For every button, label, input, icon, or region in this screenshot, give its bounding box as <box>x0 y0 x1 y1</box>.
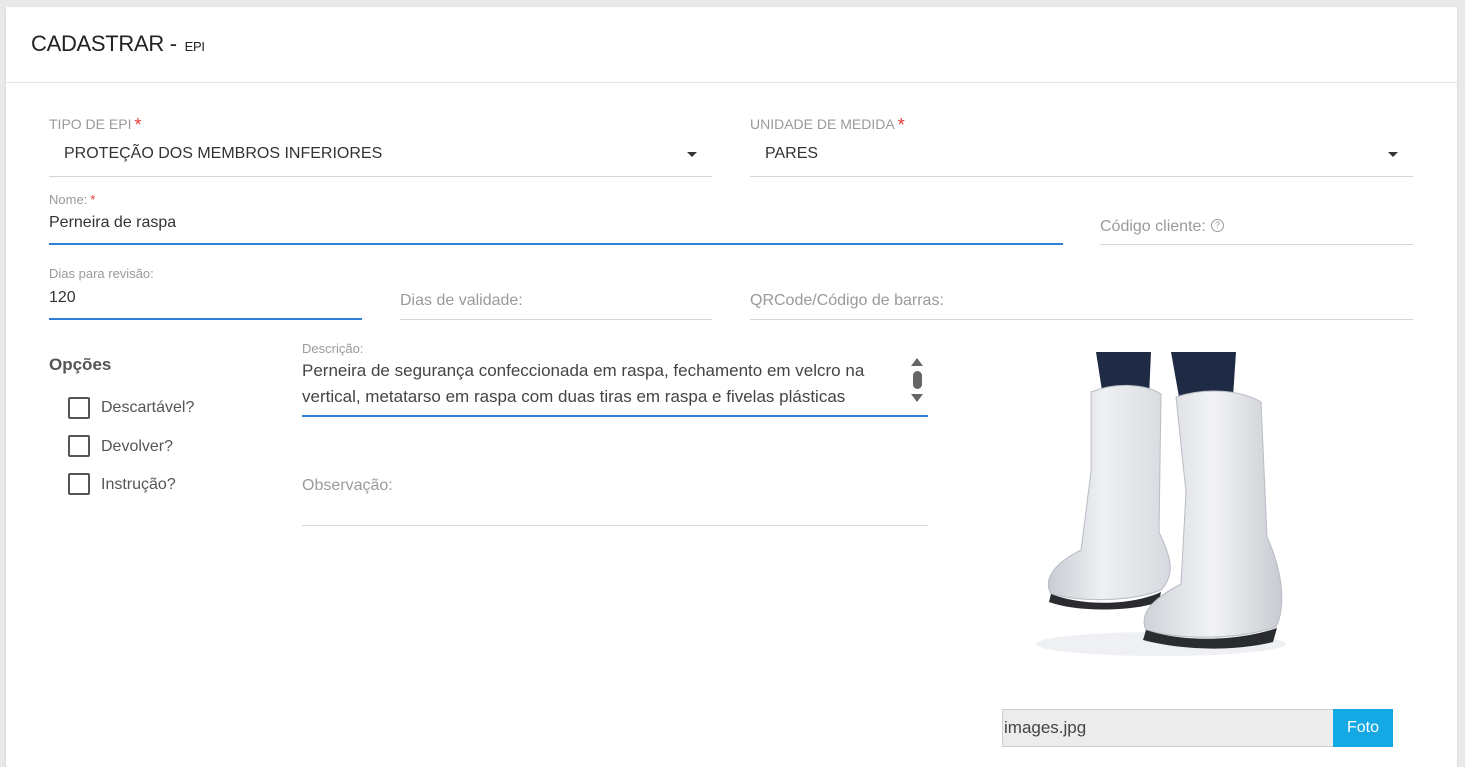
foto-button[interactable]: Foto <box>1333 709 1393 747</box>
descricao-underline <box>302 415 928 417</box>
devolver-label[interactable]: Devolver? <box>101 438 173 456</box>
photo-filename-field[interactable]: images.jpg <box>1002 709 1333 747</box>
descartavel-checkbox[interactable] <box>68 397 90 419</box>
unidade-medida-label: UNIDADE DE MEDIDA * <box>750 115 905 135</box>
tipo-epi-label: TIPO DE EPI * <box>49 115 142 135</box>
chevron-down-icon <box>1388 152 1398 157</box>
page-title: CADASTRAR - EPI <box>31 31 205 57</box>
descricao-textarea[interactable]: Perneira de segurança confeccionada em r… <box>302 358 902 414</box>
page-subtitle: EPI <box>184 39 205 54</box>
instrucao-label[interactable]: Instrução? <box>101 476 176 494</box>
scroll-up-icon[interactable] <box>911 358 923 366</box>
dias-revisao-input[interactable]: 120 <box>49 289 361 315</box>
observacao-input[interactable]: Observação: <box>302 477 927 503</box>
page-title-text: CADASTRAR - <box>31 31 177 56</box>
form-card: CADASTRAR - EPI TIPO DE EPI * PROTEÇÃO DO… <box>6 7 1457 767</box>
qrcode-underline <box>750 319 1413 320</box>
opcoes-title: Opções <box>49 355 112 374</box>
instrucao-checkbox[interactable] <box>68 473 90 495</box>
chevron-down-icon <box>687 152 697 157</box>
nome-input[interactable]: Perneira de raspa <box>49 214 1062 240</box>
descricao-label: Descrição: <box>302 341 364 356</box>
product-photo <box>1036 352 1286 656</box>
dias-revisao-label: Dias para revisão: <box>49 266 154 281</box>
required-mark: * <box>134 115 142 135</box>
card-header: CADASTRAR - EPI <box>6 7 1457 83</box>
codigo-cliente-underline <box>1100 244 1413 245</box>
devolver-checkbox[interactable] <box>68 435 90 457</box>
unidade-medida-underline <box>750 176 1413 177</box>
descricao-scrollbar[interactable] <box>910 358 924 414</box>
required-mark: * <box>90 192 96 207</box>
scroll-down-icon[interactable] <box>911 394 923 402</box>
unidade-medida-value: PARES <box>765 145 819 162</box>
dias-revisao-underline <box>49 318 362 320</box>
help-icon[interactable]: ? <box>1210 219 1224 232</box>
descricao-line: Perneira de segurança confeccionada em r… <box>302 361 865 380</box>
required-mark: * <box>897 115 905 135</box>
descartavel-label[interactable]: Descartável? <box>101 399 194 417</box>
tipo-epi-underline <box>49 176 712 177</box>
dias-validade-underline <box>400 319 712 320</box>
codigo-cliente-input[interactable]: Código cliente:? <box>1100 218 1413 244</box>
observacao-underline <box>302 525 928 526</box>
dias-validade-input[interactable]: Dias de validade: <box>400 292 711 318</box>
nome-label: Nome: * <box>49 192 96 207</box>
qrcode-input[interactable]: QRCode/Código de barras: <box>750 292 1413 318</box>
scroll-thumb[interactable] <box>912 371 922 389</box>
nome-underline <box>49 243 1063 245</box>
tipo-epi-value: PROTEÇÃO DOS MEMBROS INFERIORES <box>64 145 383 162</box>
descricao-line: vertical, metatarso em raspa com duas ti… <box>302 387 846 406</box>
unidade-medida-select[interactable]: PARES <box>750 139 1413 177</box>
tipo-epi-select[interactable]: PROTEÇÃO DOS MEMBROS INFERIORES <box>49 139 712 177</box>
